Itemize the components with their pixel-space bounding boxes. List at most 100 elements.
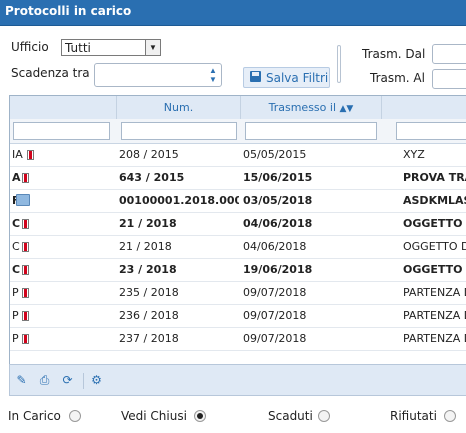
flag-icon xyxy=(27,150,34,160)
table-row[interactable]: F 00100001.2018.00001 03/05/2018 ASDKMLASL xyxy=(10,190,466,213)
row-type: P xyxy=(12,328,42,350)
row-type: C xyxy=(12,213,42,235)
row-trasmesso: 09/07/2018 xyxy=(243,286,307,299)
row-type-label: P xyxy=(12,309,19,322)
row-type-label: C xyxy=(12,263,21,276)
toolbar-separator xyxy=(83,373,84,389)
flag-icon xyxy=(22,334,29,344)
ufficio-select-value: Tutti xyxy=(65,41,91,55)
grid-filter-row xyxy=(10,119,466,144)
row-type: P xyxy=(12,305,42,327)
table-row[interactable]: C 21 / 2018 04/06/2018 OGGETTO D xyxy=(10,236,466,259)
pencil-icon[interactable]: ✎ xyxy=(15,374,28,387)
radio-in-carico[interactable] xyxy=(69,410,81,422)
row-num: 21 / 2018 xyxy=(119,217,177,230)
row-subject: OGGETTO D xyxy=(403,217,466,230)
row-num: 21 / 2018 xyxy=(119,240,172,253)
ufficio-select[interactable]: Tutti ▼ xyxy=(61,39,161,56)
radio-scaduti-label: Scaduti xyxy=(268,409,313,423)
row-subject: PARTENZA D xyxy=(403,309,466,322)
row-type: C xyxy=(12,236,42,258)
scadenza-input[interactable]: ▲ ▼ xyxy=(94,63,222,87)
radio-rifiutati[interactable] xyxy=(444,410,456,422)
grid-header: Num. Trasmesso il ▲▼ xyxy=(10,96,466,120)
row-trasmesso: 09/07/2018 xyxy=(243,332,307,345)
table-row[interactable]: IA 208 / 2015 05/05/2015 XYZ xyxy=(10,144,466,167)
flag-icon xyxy=(22,265,29,275)
row-num: 235 / 2018 xyxy=(119,286,179,299)
grid-toolbar: ✎ ⎙ ⟳ ⚙ xyxy=(9,364,466,396)
row-subject: PARTENZA D xyxy=(403,286,466,299)
row-subject: OGGETTO D xyxy=(403,240,466,253)
flag-icon xyxy=(22,311,29,321)
row-type-label: P xyxy=(12,332,19,345)
scadenza-label: Scadenza tra xyxy=(11,66,90,80)
filter-type-input[interactable] xyxy=(13,122,110,140)
row-trasmesso: 04/06/2018 xyxy=(243,217,313,230)
chevron-down-icon[interactable]: ▼ xyxy=(145,40,160,55)
row-trasmesso: 05/05/2015 xyxy=(243,148,307,161)
row-subject: PARTENZA D xyxy=(403,332,466,345)
row-type-label: C xyxy=(12,217,21,230)
gear-icon[interactable]: ⚙ xyxy=(90,374,103,387)
trasm-al-input[interactable] xyxy=(432,69,466,89)
filter-subject-input[interactable] xyxy=(396,122,466,140)
row-type-label: A xyxy=(12,171,21,184)
trasm-al-label: Trasm. Al xyxy=(370,71,425,85)
radio-vedi-chiusi[interactable] xyxy=(194,410,206,422)
filter-divider[interactable] xyxy=(337,45,341,83)
row-type-label: P xyxy=(12,286,19,299)
ufficio-label: Ufficio xyxy=(11,40,49,54)
row-type: P xyxy=(12,282,42,304)
trasm-dal-label: Trasm. Dal xyxy=(362,47,426,61)
radio-scaduti[interactable] xyxy=(318,410,330,422)
protocols-grid: Num. Trasmesso il ▲▼ IA 208 / 2015 05/05/2… xyxy=(9,95,466,365)
flag-icon xyxy=(22,288,29,298)
folder-icon xyxy=(16,194,30,206)
print-icon[interactable]: ⎙ xyxy=(38,374,51,387)
row-num: 643 / 2015 xyxy=(119,171,185,184)
row-subject: XYZ xyxy=(403,148,425,161)
row-type: F xyxy=(12,190,42,212)
table-row[interactable]: A 643 / 2015 15/06/2015 PROVA TRAS xyxy=(10,167,466,190)
filter-num-input[interactable] xyxy=(121,122,237,140)
table-row[interactable]: C 23 / 2018 19/06/2018 OGGETTO D xyxy=(10,259,466,282)
row-subject: ASDKMLASL xyxy=(403,194,466,207)
spinner-arrows-icon[interactable]: ▲ ▼ xyxy=(207,66,219,84)
row-type: C xyxy=(12,259,42,281)
table-row[interactable]: C 21 / 2018 04/06/2018 OGGETTO D xyxy=(10,213,466,236)
view-radio-group: In Carico Vedi Chiusi Scaduti Rifiutati xyxy=(0,403,466,433)
row-num: 236 / 2018 xyxy=(119,309,179,322)
row-num: 237 / 2018 xyxy=(119,332,179,345)
row-trasmesso: 04/06/2018 xyxy=(243,240,307,253)
row-type-label: C xyxy=(12,240,20,253)
radio-rifiutati-label: Rifiutati xyxy=(390,409,437,423)
flag-icon xyxy=(22,173,29,183)
column-header-type[interactable] xyxy=(10,96,117,119)
radio-vedi-chiusi-label: Vedi Chiusi xyxy=(121,409,187,423)
flag-icon xyxy=(22,242,29,252)
row-trasmesso: 09/07/2018 xyxy=(243,309,307,322)
floppy-disk-icon xyxy=(250,71,261,82)
save-filters-button[interactable]: Salva Filtri xyxy=(243,67,330,88)
save-filters-label: Salva Filtri xyxy=(266,71,329,85)
row-trasmesso: 15/06/2015 xyxy=(243,171,313,184)
row-type: A xyxy=(12,167,42,189)
table-row[interactable]: P 237 / 2018 09/07/2018 PARTENZA D xyxy=(10,328,466,351)
table-row[interactable]: P 235 / 2018 09/07/2018 PARTENZA D xyxy=(10,282,466,305)
column-header-subject[interactable] xyxy=(382,96,466,119)
row-subject: PROVA TRAS xyxy=(403,171,466,184)
column-header-trasmesso[interactable]: Trasmesso il ▲▼ xyxy=(241,96,382,119)
sort-icon: ▲▼ xyxy=(339,104,354,114)
trasm-dal-input[interactable] xyxy=(432,44,466,64)
window-titlebar: Protocolli in carico xyxy=(0,0,466,26)
filter-trasmesso-input[interactable] xyxy=(245,122,377,140)
window-title: Protocolli in carico xyxy=(5,4,132,18)
row-type-label: IA xyxy=(12,148,23,161)
flag-icon xyxy=(22,219,29,229)
row-num: 208 / 2015 xyxy=(119,148,179,161)
column-header-trasmesso-label: Trasmesso il xyxy=(268,101,337,114)
column-header-num[interactable]: Num. xyxy=(117,96,241,119)
table-row[interactable]: P 236 / 2018 09/07/2018 PARTENZA D xyxy=(10,305,466,328)
refresh-icon[interactable]: ⟳ xyxy=(61,374,74,387)
